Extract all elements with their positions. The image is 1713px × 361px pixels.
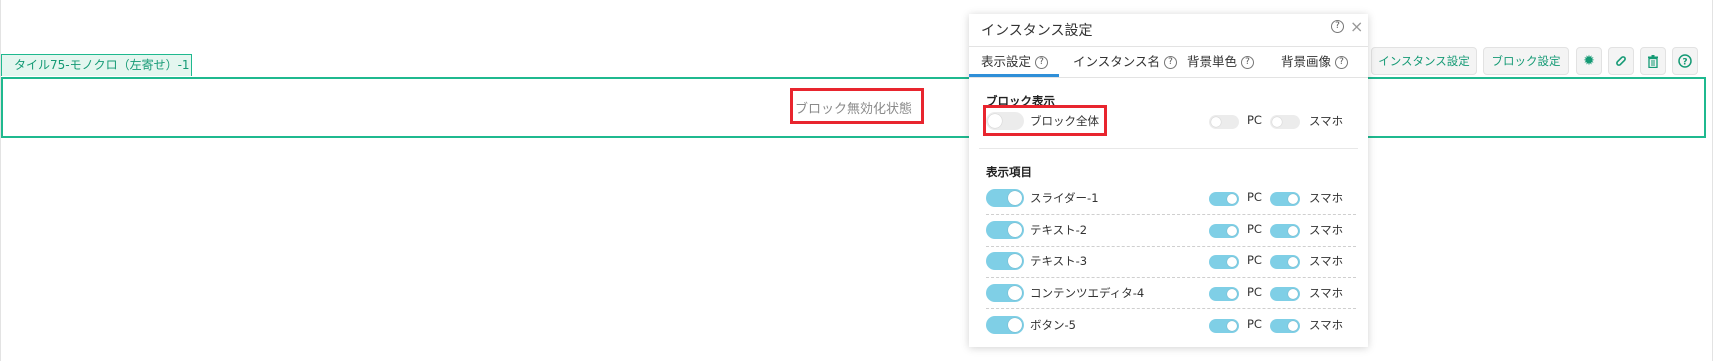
- tab-display-settings[interactable]: 表示設定 ?: [969, 47, 1059, 77]
- section-divider: [979, 148, 1358, 149]
- item-sp-label: スマホ: [1309, 191, 1344, 205]
- help-icon: ?: [1335, 56, 1348, 69]
- item-toggle[interactable]: [986, 316, 1024, 334]
- block-sp-label: スマホ: [1309, 114, 1344, 128]
- panel-tabs: 表示設定 ? インスタンス名 ? 背景単色 ? 背景画像 ?: [969, 46, 1368, 78]
- item-pc-toggle[interactable]: [1209, 319, 1239, 333]
- trash-icon[interactable]: [1640, 47, 1666, 75]
- panel-title: インスタンス設定: [981, 23, 1093, 39]
- item-label: コンテンツエディタ-4: [1030, 286, 1145, 300]
- item-sp-toggle[interactable]: [1270, 319, 1300, 333]
- item-pc-toggle[interactable]: [1209, 255, 1239, 269]
- tab-bg-image[interactable]: 背景画像 ?: [1281, 47, 1348, 77]
- close-icon[interactable]: ×: [1350, 17, 1363, 36]
- item-label: ボタン-5: [1030, 318, 1076, 332]
- tab-instance-name[interactable]: インスタンス名 ?: [1073, 47, 1177, 77]
- item-sp-label: スマホ: [1309, 318, 1344, 332]
- highlight-box-block-all: [983, 105, 1107, 136]
- display-items-title: 表示項目: [986, 165, 1032, 179]
- item-sp-label: スマホ: [1309, 254, 1344, 268]
- instance-settings-button[interactable]: インスタンス設定: [1371, 47, 1477, 75]
- help-icon: ?: [1241, 56, 1254, 69]
- item-pc-label: PC: [1247, 317, 1262, 331]
- tab-bg-color[interactable]: 背景単色 ?: [1187, 47, 1254, 77]
- item-pc-label: PC: [1247, 222, 1262, 236]
- item-pc-toggle[interactable]: [1209, 287, 1239, 301]
- item-pc-label: PC: [1247, 285, 1262, 299]
- row-divider: [986, 246, 1356, 247]
- item-label: スライダー-1: [1030, 191, 1099, 205]
- item-pc-label: PC: [1247, 190, 1262, 204]
- item-pc-label: PC: [1247, 253, 1262, 267]
- link-icon[interactable]: [1608, 47, 1634, 75]
- item-sp-label: スマホ: [1309, 223, 1344, 237]
- gear-icon[interactable]: ✹: [1576, 47, 1602, 75]
- block-tab-label[interactable]: タイル75-モノクロ（左寄せ）-1: [1, 54, 192, 76]
- item-pc-toggle[interactable]: [1209, 224, 1239, 238]
- item-pc-toggle[interactable]: [1209, 192, 1239, 206]
- block-settings-button[interactable]: ブロック設定: [1483, 47, 1569, 75]
- row-divider: [986, 214, 1356, 215]
- item-sp-toggle[interactable]: [1270, 287, 1300, 301]
- highlight-box-disabled-text: [790, 88, 924, 124]
- help-icon: ?: [1035, 56, 1048, 69]
- item-sp-label: スマホ: [1309, 286, 1344, 300]
- svg-text:?: ?: [1682, 58, 1687, 68]
- block-pc-label: PC: [1247, 113, 1262, 127]
- row-divider: [986, 277, 1356, 278]
- item-label: テキスト-2: [1030, 223, 1088, 237]
- item-label: テキスト-3: [1030, 254, 1088, 268]
- row-divider: [986, 308, 1356, 309]
- help-icon[interactable]: ?: [1331, 20, 1344, 33]
- item-sp-toggle[interactable]: [1270, 255, 1300, 269]
- block-pc-toggle[interactable]: [1209, 115, 1239, 129]
- item-toggle[interactable]: [986, 221, 1024, 239]
- item-toggle[interactable]: [986, 284, 1024, 302]
- item-toggle[interactable]: [986, 189, 1024, 207]
- block-sp-toggle[interactable]: [1270, 115, 1300, 129]
- item-sp-toggle[interactable]: [1270, 224, 1300, 238]
- item-toggle[interactable]: [986, 252, 1024, 270]
- help-icon: ?: [1164, 56, 1177, 69]
- help-icon[interactable]: ?: [1672, 47, 1698, 75]
- instance-settings-panel: インスタンス設定 ? × 表示設定 ? インスタンス名 ? 背景単色 ? 背景画…: [969, 14, 1368, 347]
- item-sp-toggle[interactable]: [1270, 192, 1300, 206]
